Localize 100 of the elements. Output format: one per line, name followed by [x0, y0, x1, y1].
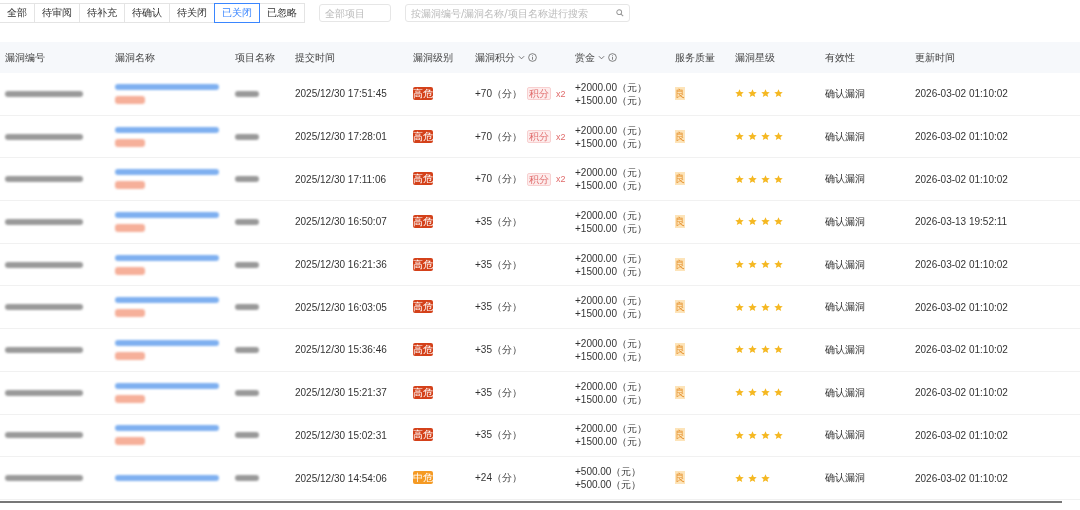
multiplier-text: x2 [555, 131, 566, 142]
severity-badge: 高危 [413, 300, 433, 314]
star-icon [748, 302, 757, 312]
validity-text: 确认漏洞 [825, 172, 866, 187]
search-field[interactable]: 按漏洞编号/漏洞名称/项目名称进行搜索 [405, 4, 630, 22]
blurred-link[interactable] [115, 339, 219, 346]
validity-text: 确认漏洞 [825, 86, 866, 101]
multiplier-text: x2 [555, 174, 566, 185]
bounty-text: +2000.00（元） +1500.00（元） [575, 166, 648, 193]
blurred-text [235, 218, 259, 225]
validity-text: 确认漏洞 [825, 214, 866, 229]
submit-time: 2025/12/30 17:28:01 [295, 131, 388, 143]
star-icon [748, 89, 757, 99]
points-text: +70（分） [475, 86, 522, 101]
column-header: 有效性 [825, 50, 855, 65]
update-time: 2026-03-02 01:10:02 [915, 259, 1009, 271]
points-text: +35（分） [475, 342, 522, 357]
star-icon [735, 345, 744, 355]
column-header: 项目名称 [235, 50, 275, 65]
blurred-text [235, 176, 259, 183]
blurred-link[interactable] [115, 83, 219, 90]
quality-badge: 良 [675, 86, 685, 100]
filter-tab[interactable]: 已关闭 [214, 3, 260, 23]
quality-badge: 良 [675, 385, 685, 399]
info-icon[interactable] [528, 53, 537, 62]
blurred-link[interactable] [115, 425, 219, 432]
validity-text: 确认漏洞 [825, 342, 866, 357]
caret-icon[interactable] [518, 55, 525, 60]
points-tag: 积分 [526, 87, 551, 101]
blurred-link[interactable] [115, 169, 219, 176]
bounty-text: +2000.00（元） +1500.00（元） [575, 422, 648, 449]
blurred-link[interactable] [115, 126, 219, 133]
star-icon [761, 345, 770, 355]
filter-tab[interactable]: 全部 [0, 3, 35, 23]
severity-badge: 高危 [413, 129, 433, 143]
update-time: 2026-03-02 01:10:02 [915, 173, 1009, 185]
validity-text: 确认漏洞 [825, 129, 866, 144]
filter-tab[interactable]: 待确认 [124, 3, 170, 23]
horizontal-scrollbar[interactable] [0, 500, 1062, 503]
severity-badge: 高危 [413, 257, 433, 271]
bounty-text: +2000.00（元） +1500.00（元） [575, 123, 648, 150]
blurred-link[interactable] [115, 382, 219, 389]
column-header: 漏洞级别 [413, 50, 453, 65]
filter-tab[interactable]: 待审阅 [34, 3, 80, 23]
update-time: 2026-03-02 01:10:02 [915, 344, 1009, 356]
validity-text: 确认漏洞 [825, 300, 866, 315]
bounty-text: +2000.00（元） +1500.00（元） [575, 336, 648, 363]
blurred-text [235, 475, 259, 482]
severity-badge: 高危 [413, 342, 433, 356]
points-text: +24（分） [475, 471, 522, 486]
bounty-text: +2000.00（元） +1500.00（元） [575, 80, 648, 107]
points-text: +35（分） [475, 428, 522, 443]
blurred-link[interactable] [115, 211, 219, 218]
star-icon [748, 174, 757, 184]
star-icon [748, 132, 757, 142]
validity-text: 确认漏洞 [825, 428, 866, 443]
column-header[interactable]: 漏洞积分 [475, 50, 515, 65]
severity-badge: 高危 [413, 385, 433, 399]
star-icon [748, 260, 757, 270]
blurred-link[interactable] [115, 254, 219, 261]
caret-icon[interactable] [598, 55, 605, 60]
points-text: +35（分） [475, 385, 522, 400]
star-icon [761, 89, 770, 99]
info-icon[interactable] [608, 53, 617, 62]
validity-text: 确认漏洞 [825, 385, 866, 400]
blurred-link[interactable] [115, 475, 219, 482]
column-header: 更新时间 [915, 50, 955, 65]
filter-tab[interactable]: 已忽略 [259, 3, 305, 23]
multiplier-text: x2 [555, 88, 566, 99]
star-icon [735, 260, 744, 270]
bounty-text: +2000.00（元） +1500.00（元） [575, 379, 648, 406]
blurred-text [235, 261, 259, 268]
star-icon [761, 132, 770, 142]
project-filter-field[interactable]: 全部项目 [319, 4, 391, 22]
blurred-text [235, 432, 259, 439]
points-text: +35（分） [475, 300, 522, 315]
star-icon [735, 132, 744, 142]
column-header[interactable]: 赏金 [575, 50, 595, 65]
update-time: 2026-03-02 01:10:02 [915, 387, 1009, 399]
star-icon [774, 89, 783, 99]
filter-tab[interactable]: 待关闭 [169, 3, 215, 23]
star-icon [735, 217, 744, 227]
filter-tab[interactable]: 待补充 [79, 3, 125, 23]
column-header: 漏洞星级 [735, 50, 775, 65]
bounty-text: +2000.00（元） +1500.00（元） [575, 294, 648, 321]
submit-time: 2025/12/30 17:11:06 [295, 173, 387, 185]
star-icon [774, 345, 783, 355]
star-icon [774, 260, 783, 270]
submit-time: 2025/12/30 15:02:31 [295, 429, 388, 441]
quality-badge: 良 [675, 471, 685, 485]
points-text: +70（分） [475, 172, 522, 187]
star-icon [774, 217, 783, 227]
points-text: +35（分） [475, 214, 522, 229]
star-icon [735, 473, 744, 483]
bounty-text: +2000.00（元） +1500.00（元） [575, 251, 648, 278]
star-icon [735, 89, 744, 99]
quality-badge: 良 [675, 300, 685, 314]
severity-badge: 高危 [413, 214, 433, 228]
blurred-link[interactable] [115, 297, 219, 304]
star-icon [748, 217, 757, 227]
